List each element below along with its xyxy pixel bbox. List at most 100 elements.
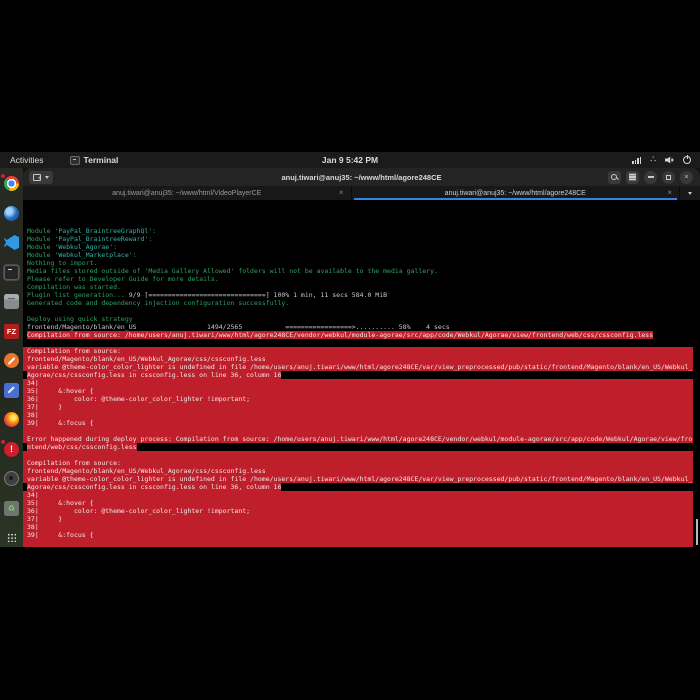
terminal-icon[interactable] [3, 264, 20, 281]
terminal-text: : [133, 251, 137, 259]
window-titlebar[interactable]: anuj.tiwari@anuj35: ~/www/html/agore248C… [23, 168, 700, 186]
minimize-icon [648, 176, 654, 177]
terminal-line: Module 'PayPal_BraintreeGraphQl': [23, 227, 693, 235]
show-apps-icon[interactable] [3, 529, 20, 546]
terminal-text: 'Webkul_Marketplace' [54, 251, 132, 259]
filezilla-icon[interactable]: FZ [3, 323, 20, 340]
network-icon: ∴ [650, 156, 656, 164]
terminal-line: Deploy using quick strategy [23, 315, 693, 323]
terminal-text: frontend/Magento/blank/en_US/Webkul_Agor… [27, 467, 266, 475]
power-icon [683, 156, 691, 164]
tab-title: anuj.tiwari@anuj35: ~/www/html/VideoPlay… [112, 190, 261, 197]
terminal-text: 34| [27, 491, 39, 499]
terminal-window: anuj.tiwari@anuj35: ~/www/html/agore248C… [23, 168, 700, 547]
new-tab-icon [33, 174, 41, 181]
tab-title: anuj.tiwari@anuj35: ~/www/html/agore248C… [445, 190, 586, 197]
files-logo [4, 294, 19, 309]
show-apps-grid [7, 533, 16, 542]
focused-app-menu[interactable]: Terminal [70, 155, 119, 165]
terminal-text: 35| &:hover { [27, 499, 94, 507]
alert-logo: ! [4, 442, 19, 457]
terminal-text: ntend/web/css/cssconfig.less [27, 443, 137, 451]
menu-icon [629, 176, 636, 177]
terminal-text: 9/9 [==============================] 100… [129, 291, 387, 299]
terminal-logo [4, 265, 19, 280]
terminal-line: Please refer to Developer Guide for more… [23, 275, 693, 283]
system-status-area[interactable]: ∴ [632, 156, 691, 164]
terminal-text: Nothing to import. [27, 259, 97, 267]
terminal-line [23, 451, 693, 459]
camera-logo [4, 471, 19, 486]
terminal-text: 'Webkul_Agorae' [54, 243, 113, 251]
terminal-text: 'PayPal_BraintreeReward' [54, 235, 148, 243]
terminal-line: Generated code and dependency injection … [23, 299, 693, 307]
terminal-line [23, 307, 693, 315]
draw-logo [4, 353, 19, 368]
terminal-line: Plugin list generation... 9/9 [=========… [23, 291, 693, 299]
volume-icon [665, 156, 674, 164]
tab-close-icon[interactable]: × [339, 189, 344, 197]
terminal-line [23, 339, 693, 347]
terminal-line: Agorae/css/cssconfig.less in cssconfig.l… [23, 371, 693, 379]
trash-icon[interactable]: ♻ [3, 500, 20, 517]
terminal-line: Compilation from source: /home/users/anu… [23, 331, 693, 339]
terminal-text: Module [27, 227, 54, 235]
terminal-text: Plugin list generation... [27, 291, 129, 299]
terminal-line: Module 'PayPal_BraintreeReward': [23, 235, 693, 243]
gnome-top-bar: Activities Terminal Jan 9 5:42 PM ∴ [0, 152, 700, 168]
draw-icon[interactable] [3, 352, 20, 369]
terminal-line: Agorae/css/cssconfig.less in cssconfig.l… [23, 483, 693, 491]
terminal-text: : [148, 235, 152, 243]
terminal-line: frontend/Magento/blank/en_US/Webkul_Agor… [23, 355, 693, 363]
clock-button[interactable]: Jan 9 5:42 PM [322, 155, 378, 165]
terminal-text: 39| &:focus { [27, 531, 94, 539]
terminal-text: 39| &:focus { [27, 419, 94, 427]
terminal-text: 34| [27, 379, 39, 387]
search-button[interactable] [608, 171, 621, 184]
chrome-logo [4, 176, 19, 191]
terminal-line: frontend/Magento/blank/en_US 1494/2565 =… [23, 323, 693, 331]
focused-app-label: Terminal [84, 155, 119, 165]
signal-icon [632, 156, 641, 164]
new-tab-button[interactable] [29, 171, 53, 184]
files-icon[interactable] [3, 293, 20, 310]
browser-icon[interactable] [3, 205, 20, 222]
terminal-line: 34| [23, 491, 693, 499]
dock: FZ ! ♻ [0, 168, 23, 547]
terminal-line: Nothing to import. [23, 259, 693, 267]
terminal-text: Agorae/css/cssconfig.less in cssconfig.l… [27, 371, 281, 379]
notes-icon[interactable] [3, 382, 20, 399]
tab-videoplayerce[interactable]: anuj.tiwari@anuj35: ~/www/html/VideoPlay… [23, 186, 352, 200]
maximize-button[interactable] [662, 171, 675, 184]
terminal-line: 34| [23, 379, 693, 387]
minimize-button[interactable] [644, 171, 657, 184]
desktop: Activities Terminal Jan 9 5:42 PM ∴ FZ !… [0, 152, 700, 547]
activities-button[interactable]: Activities [10, 155, 44, 165]
scrollbar-thumb[interactable] [696, 519, 698, 545]
vscode-icon[interactable] [3, 234, 20, 251]
terminal-line: Compilation was started. [23, 283, 693, 291]
camera-icon[interactable] [3, 470, 20, 487]
close-button[interactable]: × [680, 171, 693, 184]
alert-icon[interactable]: ! [3, 441, 20, 458]
tab-agore248ce[interactable]: anuj.tiwari@anuj35: ~/www/html/agore248C… [352, 186, 681, 200]
terminal-text: Compilation was started. [27, 283, 121, 291]
terminal-line: 38| [23, 523, 693, 531]
terminal-line: 37| } [23, 515, 693, 523]
tab-close-icon[interactable]: × [667, 189, 672, 197]
terminal-text: Agorae/css/cssconfig.less in cssconfig.l… [27, 483, 281, 491]
terminal-text: Generated code and dependency injection … [27, 299, 289, 307]
menu-button[interactable] [626, 171, 639, 184]
chevron-down-icon [45, 176, 49, 179]
firefox-icon[interactable] [3, 411, 20, 428]
browser-logo [4, 206, 19, 221]
chevron-down-icon [688, 192, 692, 195]
terminal-text: 36| color: @theme-color_color_lighter !i… [27, 395, 250, 403]
tab-list-button[interactable] [680, 186, 700, 200]
chrome-icon[interactable] [3, 175, 20, 192]
terminal-line: 35| &:hover { [23, 387, 693, 395]
terminal-app-icon [70, 156, 80, 165]
terminal-output[interactable]: Module 'PayPal_BraintreeGraphQl':Module … [23, 200, 700, 547]
terminal-text: Please refer to Developer Guide for more… [27, 275, 219, 283]
terminal-line: Error happened during deploy process: Co… [23, 435, 693, 443]
